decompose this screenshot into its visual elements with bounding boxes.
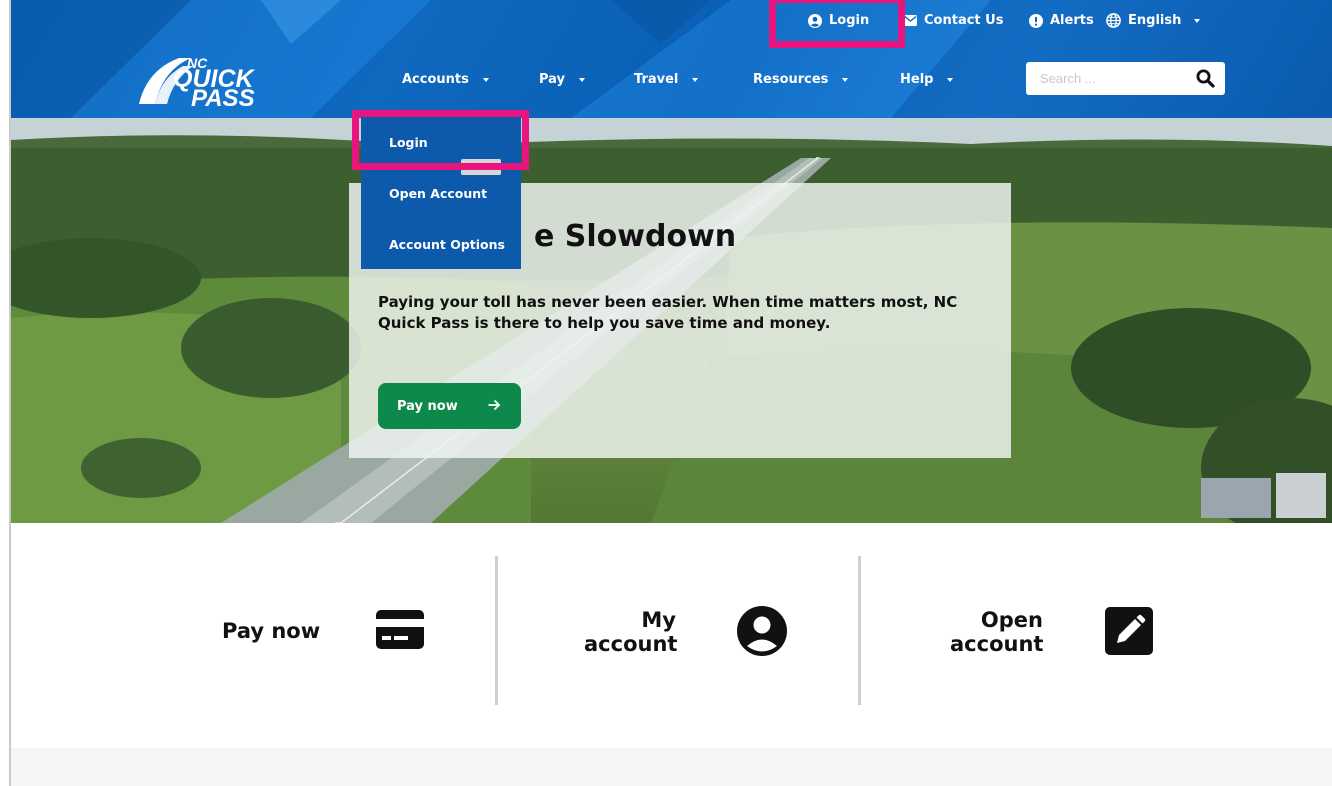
search-icon[interactable] [1196,69,1215,88]
user-circle-icon[interactable] [737,606,787,656]
quick-my-account-line2: account [584,632,678,656]
dropdown-item-account-options[interactable]: Account Options [389,237,505,252]
quick-action-pay-now[interactable]: Pay now [222,619,320,643]
quick-actions-divider [858,556,861,705]
arrow-right-icon [488,399,501,411]
quick-action-my-account[interactable]: My account [584,608,678,656]
chevron-down-icon [692,77,699,82]
nav-accounts-label: Accounts [402,72,469,87]
hero-pay-now-label: Pay now [397,398,458,414]
page-left-border [9,0,11,786]
site-header: Login Contact Us Alerts English NC QUICK… [11,0,1332,118]
dropdown-item-open-account[interactable]: Open Account [389,186,487,201]
language-label: English [1128,13,1182,28]
utility-alerts-label: Alerts [1050,13,1094,28]
quick-pay-now-label: Pay now [222,619,321,643]
quick-open-account-line2: account [950,632,1044,656]
language-selector[interactable]: English [1106,13,1201,28]
utility-login-label: Login [829,13,870,28]
utility-contact-link[interactable]: Contact Us [904,13,1003,28]
hero-banner: e Slowdown Paying your toll has never be… [11,118,1332,523]
dropdown-item-login[interactable]: Login [389,135,428,150]
nav-travel-label: Travel [634,72,679,87]
hero-body-text: Paying your toll has never been easier. … [378,293,958,332]
nav-travel[interactable]: Travel [634,72,699,87]
logo-line-pass: PASS [191,85,255,108]
chevron-down-icon [482,77,489,82]
nav-resources[interactable]: Resources [753,72,849,87]
envelope-icon [904,15,917,26]
chevron-down-icon [1194,18,1201,23]
quick-open-account-line1: Open [980,608,1043,632]
nc-quick-pass-logo[interactable]: NC QUICK PASS [133,52,313,108]
accounts-dropdown-menu: Login Open Account Account Options [361,117,521,269]
globe-icon [1106,13,1121,28]
chevron-down-icon [579,77,586,82]
user-circle-icon [808,13,822,28]
nav-help-label: Help [900,72,934,87]
utility-login-link[interactable]: Login [808,13,869,28]
quick-actions-divider [495,556,498,705]
credit-card-icon[interactable] [376,610,424,649]
edit-pencil-icon[interactable] [1105,607,1153,655]
utility-contact-label: Contact Us [924,13,1004,28]
search-input[interactable] [1026,62,1176,95]
utility-alerts-link[interactable]: Alerts [1029,13,1094,28]
chevron-down-icon [947,77,954,82]
quick-action-open-account[interactable]: Open account [950,608,1043,656]
tooltip [461,159,501,175]
hero-pay-now-button[interactable]: Pay now [378,383,521,429]
chevron-down-icon [842,77,849,82]
utility-bar: Login Contact Us Alerts English [11,0,1332,44]
hero-title: e Slowdown [534,219,737,254]
search-box [1026,62,1225,95]
footer-band [11,748,1332,786]
nav-pay-label: Pay [539,72,566,87]
nav-accounts[interactable]: Accounts [402,72,489,87]
nav-resources-label: Resources [753,72,829,87]
alert-circle-icon [1029,13,1043,28]
nav-help[interactable]: Help [900,72,954,87]
quick-my-account-line1: My [641,608,676,632]
nav-pay[interactable]: Pay [539,72,586,87]
